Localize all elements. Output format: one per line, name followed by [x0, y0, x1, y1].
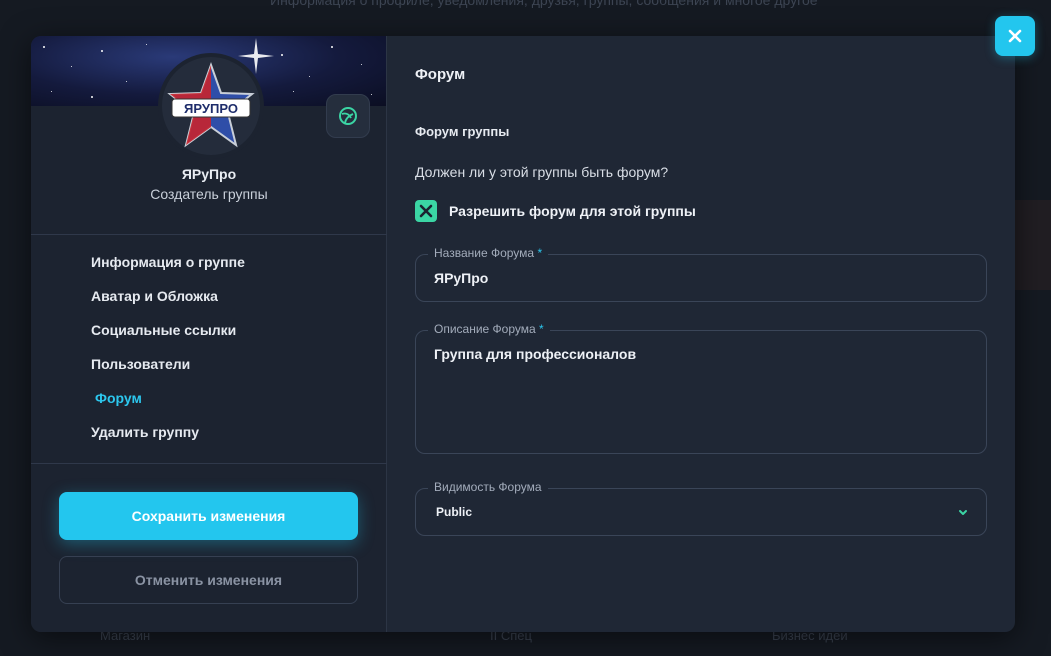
group-avatar: ЯРУПРО: [158, 53, 264, 159]
forum-description-label: Описание Форума *: [428, 322, 550, 336]
settings-nav: Информация о группе Аватар и Обложка Соц…: [91, 254, 245, 458]
user-role: Создатель группы: [150, 186, 268, 202]
forum-visibility-label: Видимость Форума: [428, 480, 548, 494]
change-cover-icon: [339, 107, 357, 125]
nav-item-delete-group[interactable]: Удалить группу: [91, 424, 245, 458]
svg-text:ЯРУПРО: ЯРУПРО: [184, 101, 238, 116]
forum-description-field[interactable]: Описание Форума * Группа для профессиона…: [415, 322, 987, 454]
forum-name-field[interactable]: Название Форума * ЯРуПро: [415, 246, 987, 302]
forum-visibility-value: Public: [436, 505, 473, 519]
sub-title: Форум группы: [415, 124, 510, 139]
group-logo-star: ЯРУПРО: [167, 62, 255, 148]
forum-name-label: Название Форума *: [428, 246, 549, 260]
change-cover-button[interactable]: [326, 94, 370, 138]
section-title: Форум: [415, 66, 466, 83]
nav-item-users[interactable]: Пользователи: [91, 356, 245, 390]
divider: [31, 234, 387, 235]
forum-name-input[interactable]: ЯРуПро: [434, 270, 488, 286]
nav-item-avatar-cover[interactable]: Аватар и Обложка: [91, 288, 245, 322]
nav-item-social-links[interactable]: Социальные ссылки: [91, 322, 245, 356]
forum-description-textarea[interactable]: Группа для профессионалов: [434, 346, 636, 362]
nav-item-group-info[interactable]: Информация о группе: [91, 254, 245, 288]
forum-visibility-select[interactable]: Видимость Форума Public: [415, 480, 987, 536]
forum-question: Должен ли у этой группы быть форум?: [415, 164, 669, 180]
cancel-changes-button[interactable]: Отменить изменения: [59, 556, 358, 604]
save-changes-button[interactable]: Сохранить изменения: [59, 492, 358, 540]
enable-forum-label: Разрешить форум для этой группы: [449, 203, 696, 219]
settings-sidebar: ЯРУПРО ЯРуПро Создатель группы Информаци…: [31, 36, 387, 632]
group-name: ЯРуПро: [181, 166, 237, 182]
background-header-text: Информация о профиле, уведомления, друзь…: [270, 0, 818, 8]
enable-forum-row[interactable]: Разрешить форум для этой группы: [415, 200, 696, 222]
group-settings-modal: ЯРУПРО ЯРуПро Создатель группы Информаци…: [31, 36, 1015, 632]
close-modal-button[interactable]: [995, 16, 1035, 56]
divider: [31, 463, 387, 464]
forum-settings-panel: Форум Форум группы Должен ли у этой груп…: [387, 36, 1015, 632]
chevron-down-icon: [959, 510, 967, 515]
enable-forum-checkbox[interactable]: [415, 200, 437, 222]
close-icon: [1008, 29, 1022, 43]
checkbox-x-icon: [419, 204, 433, 218]
nav-item-forum[interactable]: Форум: [91, 390, 245, 424]
